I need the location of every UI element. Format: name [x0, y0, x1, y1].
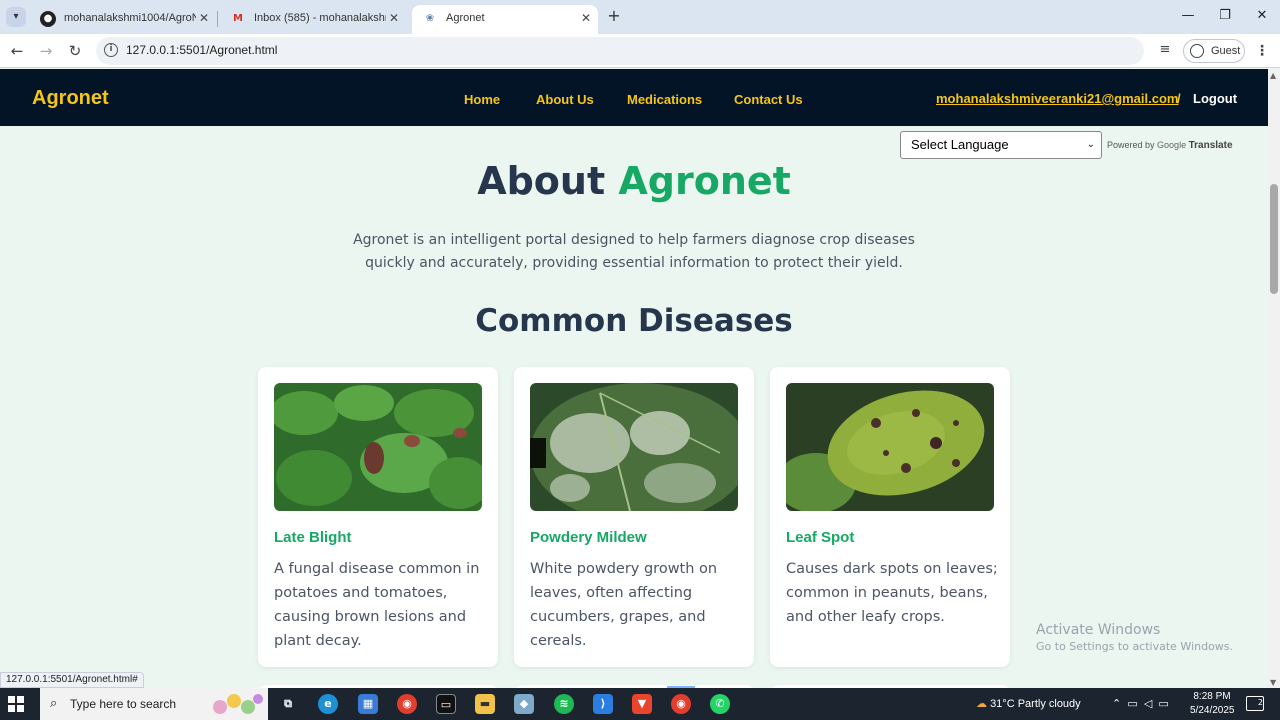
minimize-button[interactable]: —	[1176, 6, 1200, 26]
language-select[interactable]: Select Language ⌄	[900, 131, 1102, 159]
url-input[interactable]: i 127.0.0.1:5501/Agronet.html	[96, 37, 1144, 65]
chevron-down-icon: ⌄	[1086, 139, 1095, 150]
disease-name: Leaf Spot	[786, 529, 855, 546]
reload-button[interactable]: ↻	[64, 40, 86, 62]
page-scrollbar[interactable]: ▲ ▼	[1268, 69, 1280, 688]
powered-by-google-translate: Powered by Google Translate	[1107, 140, 1233, 151]
profile-icon	[1190, 44, 1204, 58]
close-tab-icon[interactable]: ✕	[386, 10, 402, 26]
address-bar-row: ← → ↻ i 127.0.0.1:5501/Agronet.html ≡ Gu…	[0, 34, 1280, 68]
edge-icon[interactable]: e	[318, 694, 338, 714]
task-view-icon[interactable]: ⧉	[278, 694, 298, 714]
about-description: Agronet is an intelligent portal designe…	[353, 232, 915, 271]
scroll-down-icon[interactable]: ▼	[1270, 678, 1276, 687]
terminal-icon[interactable]: ▭	[436, 694, 456, 714]
web-page: Agronet Home About Us Medications Contac…	[0, 69, 1268, 688]
browser-tab-bar: ▾ ● mohanalakshmi1004/AgroNet ✕ M Inbox …	[0, 0, 1280, 34]
whatsapp-icon[interactable]: ✆	[710, 694, 730, 714]
weather-icon: ☁	[976, 698, 987, 710]
taskbar-search-box[interactable]: ⌕ Type here to search	[40, 688, 268, 720]
tab-search-button[interactable]: ▾	[6, 7, 26, 27]
disease-description: Causes dark spots on leaves; common in p…	[786, 561, 998, 625]
search-placeholder: Type here to search	[70, 697, 177, 711]
tab-title: Inbox (585) - mohanalakshmive	[254, 12, 386, 24]
disease-name: Late Blight	[274, 529, 352, 546]
close-tab-icon[interactable]: ✕	[578, 10, 594, 26]
tab-gmail[interactable]: M Inbox (585) - mohanalakshmive ✕	[220, 5, 406, 34]
late-blight-image	[274, 383, 482, 511]
disease-card-leaf-spot[interactable]: Leaf Spot Causes dark spots on leaves; c…	[770, 367, 1010, 667]
taskbar-clock[interactable]: 8:28 PM 5/24/2025	[1190, 690, 1235, 718]
google-logo: Google	[1157, 140, 1187, 150]
nav-contact-link[interactable]: Contact Us	[734, 92, 803, 107]
nav-about-link[interactable]: About Us	[536, 92, 594, 107]
chrome-icon[interactable]: ◉	[397, 694, 417, 714]
close-window-button[interactable]: ✕	[1250, 6, 1274, 26]
activate-windows-watermark: Activate Windows Go to Settings to activ…	[1036, 622, 1234, 653]
disease-name: Powdery Mildew	[530, 529, 647, 546]
logout-link[interactable]: Logout	[1193, 91, 1237, 106]
weather-widget[interactable]: ☁ 31°C Partly cloudy	[976, 697, 1081, 710]
new-tab-button[interactable]: +	[604, 6, 624, 26]
tray-icons[interactable]: ⌃ ▭ ◁ ▭	[1112, 697, 1169, 710]
maximize-button[interactable]: ❐	[1213, 6, 1237, 26]
browser-menu-icon[interactable]: ⋮	[1254, 41, 1270, 61]
site-logo[interactable]: Agronet	[32, 87, 109, 110]
tab-title: Agronet	[446, 12, 485, 24]
file-explorer-icon[interactable]: ▬	[475, 694, 495, 714]
github-icon: ●	[40, 11, 56, 27]
nav-medications-link[interactable]: Medications	[627, 92, 702, 107]
vscode-icon[interactable]: ⟩	[593, 694, 613, 714]
gmail-icon: M	[233, 13, 243, 24]
header-separator: /	[1177, 91, 1181, 106]
disease-card-powdery-mildew[interactable]: Powdery Mildew White powdery growth on l…	[514, 367, 754, 667]
scroll-up-icon[interactable]: ▲	[1270, 71, 1276, 80]
search-highlight-icon	[213, 694, 263, 714]
scrollbar-thumb[interactable]	[1270, 184, 1278, 294]
spotify-icon[interactable]: ≋	[554, 694, 574, 714]
language-select-value: Select Language	[911, 137, 1009, 152]
page-icon: ❀	[425, 13, 435, 24]
translate-link[interactable]: Translate	[1189, 140, 1233, 151]
windows-taskbar: ⌕ Type here to search ⧉ e ▦ ◉ ▭ ▬ ◆ ≋ ⟩ …	[0, 688, 1280, 720]
nav-home-link[interactable]: Home	[464, 92, 500, 107]
search-icon: ⌕	[50, 696, 58, 711]
windows-start-icon[interactable]	[8, 696, 24, 712]
disease-card-late-blight[interactable]: Late Blight A fungal disease common in p…	[258, 367, 498, 667]
chrome-active-icon[interactable]: ◉	[671, 694, 691, 714]
diseases-heading: Common Diseases	[475, 303, 793, 339]
site-info-icon[interactable]: i	[104, 43, 118, 57]
weather-text: 31°C Partly cloudy	[990, 698, 1081, 710]
media-control-icon[interactable]: ≡	[1156, 41, 1174, 59]
disease-description: A fungal disease common in potatoes and …	[274, 561, 480, 649]
active-app-indicator	[667, 686, 695, 688]
tab-github[interactable]: ● mohanalakshmi1004/AgroNet ✕	[30, 5, 216, 34]
clock-date: 5/24/2025	[1190, 705, 1235, 716]
link-status-bar: 127.0.0.1:5501/Agronet.html#	[0, 672, 144, 688]
brave-icon[interactable]: ▼	[632, 694, 652, 714]
powdery-mildew-image	[530, 383, 738, 511]
notification-center-icon[interactable]: 2	[1246, 696, 1264, 711]
disease-description: White powdery growth on leaves, often af…	[530, 561, 718, 649]
user-email-link[interactable]: mohanalakshmiveeranki21@gmail.com	[936, 91, 1178, 106]
clock-time: 8:28 PM	[1193, 691, 1231, 702]
forward-button[interactable]: →	[35, 40, 57, 62]
app-icon[interactable]: ◆	[514, 694, 534, 714]
url-text: 127.0.0.1:5501/Agronet.html	[126, 43, 278, 57]
tab-agronet[interactable]: ❀ Agronet ✕	[412, 5, 598, 34]
profile-button[interactable]: Guest	[1183, 39, 1245, 63]
store-icon[interactable]: ▦	[358, 694, 378, 714]
tab-title: mohanalakshmi1004/AgroNet	[64, 12, 196, 24]
about-heading: About Agronet	[477, 159, 791, 203]
back-button[interactable]: ←	[6, 40, 28, 62]
site-header: Agronet Home About Us Medications Contac…	[0, 69, 1268, 126]
close-tab-icon[interactable]: ✕	[196, 10, 212, 26]
leaf-spot-image	[786, 383, 994, 511]
profile-label: Guest	[1211, 45, 1241, 57]
